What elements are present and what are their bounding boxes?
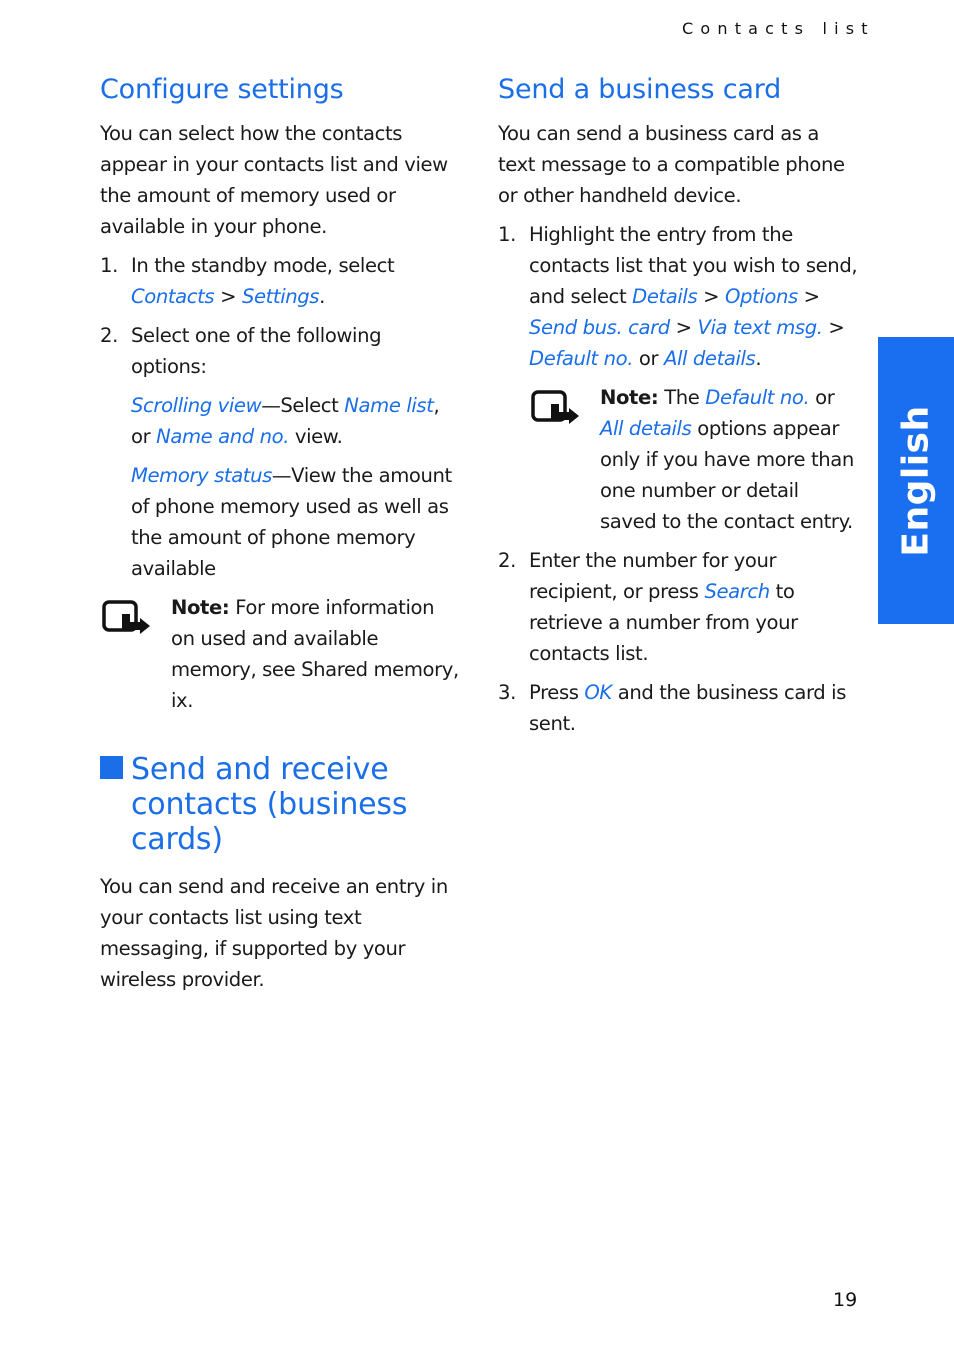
send-step-2: 2. Enter the number for your recipient, … bbox=[498, 545, 858, 669]
or-text: or bbox=[633, 347, 664, 370]
link-default-no[interactable]: Default no. bbox=[705, 386, 809, 409]
link-default-no[interactable]: Default no. bbox=[529, 347, 633, 370]
send-receive-title: Send and receive contacts (business card… bbox=[131, 752, 408, 857]
link-ok[interactable]: OK bbox=[584, 681, 612, 704]
note-icon bbox=[102, 600, 150, 634]
section-bullet-icon bbox=[100, 756, 123, 779]
punctuation: . bbox=[755, 347, 762, 370]
link-details[interactable]: Details bbox=[632, 285, 698, 308]
link-memory-status[interactable]: Memory status bbox=[131, 464, 272, 487]
separator: > bbox=[697, 285, 725, 308]
right-column: Send a business card You can send a busi… bbox=[498, 70, 858, 747]
separator: > bbox=[669, 316, 698, 339]
memory-note: Note: For more information on used and a… bbox=[100, 592, 460, 716]
left-column: Configure settings You can select how th… bbox=[100, 70, 460, 1003]
configure-step-1: 1. In the standby mode, select Contacts … bbox=[100, 250, 460, 312]
option-memory-status: Memory status—View the amount of phone m… bbox=[100, 460, 460, 584]
send-step-3: 3. Press OK and the business card is sen… bbox=[498, 677, 858, 739]
link-scrolling-view[interactable]: Scrolling view bbox=[131, 394, 262, 417]
send-receive-body: You can send and receive an entry in you… bbox=[100, 875, 448, 991]
step-number: 1. bbox=[100, 254, 118, 277]
link-all-details[interactable]: All details bbox=[600, 417, 692, 440]
note-icon bbox=[531, 390, 579, 424]
language-tab: English bbox=[878, 337, 954, 624]
step-number: 2. bbox=[100, 324, 118, 347]
step-number: 3. bbox=[498, 681, 516, 704]
configure-intro: You can select how the contacts appear i… bbox=[100, 122, 448, 238]
running-head: Contacts list bbox=[682, 19, 875, 38]
configure-step-2: 2. Select one of the following options: bbox=[100, 320, 460, 382]
step-text: In the standby mode, select bbox=[131, 254, 395, 277]
link-search[interactable]: Search bbox=[704, 580, 770, 603]
link-name-list[interactable]: Name list bbox=[344, 394, 434, 417]
configure-settings-heading: Configure settings bbox=[100, 74, 344, 105]
link-options[interactable]: Options bbox=[725, 285, 798, 308]
send-step-1: 1. Highlight the entry from the contacts… bbox=[498, 219, 858, 374]
separator: > bbox=[214, 285, 242, 308]
step-number: 1. bbox=[498, 223, 516, 246]
punctuation: . bbox=[319, 285, 325, 308]
send-business-card-heading: Send a business card bbox=[498, 74, 782, 105]
link-via-text-msg[interactable]: Via text msg. bbox=[697, 316, 822, 339]
note-label: Note: bbox=[171, 596, 230, 619]
step-text: Press bbox=[529, 681, 585, 704]
send-receive-heading: Send and receive contacts (business card… bbox=[100, 752, 460, 857]
note-label: Note: bbox=[600, 386, 659, 409]
option-text: —Select bbox=[261, 394, 345, 417]
default-no-note: Note: The Default no. or All details opt… bbox=[529, 382, 858, 537]
link-all-details[interactable]: All details bbox=[664, 347, 756, 370]
step-text: Select one of the following options: bbox=[131, 324, 382, 378]
note-text: The bbox=[658, 386, 706, 409]
option-scrolling-view: Scrolling view—Select Name list, or Name… bbox=[100, 390, 460, 452]
option-text: view. bbox=[289, 425, 343, 448]
or-text: or bbox=[809, 386, 835, 409]
language-tab-label: English bbox=[895, 404, 937, 557]
step-number: 2. bbox=[498, 549, 516, 572]
page-number: 19 bbox=[833, 1289, 858, 1311]
link-send-bus-card[interactable]: Send bus. card bbox=[529, 316, 670, 339]
separator: > bbox=[822, 316, 845, 339]
link-contacts[interactable]: Contacts bbox=[131, 285, 215, 308]
separator: > bbox=[797, 285, 820, 308]
send-business-card-intro: You can send a business card as a text m… bbox=[498, 122, 845, 207]
link-settings[interactable]: Settings bbox=[242, 285, 320, 308]
link-name-and-no[interactable]: Name and no. bbox=[156, 425, 289, 448]
